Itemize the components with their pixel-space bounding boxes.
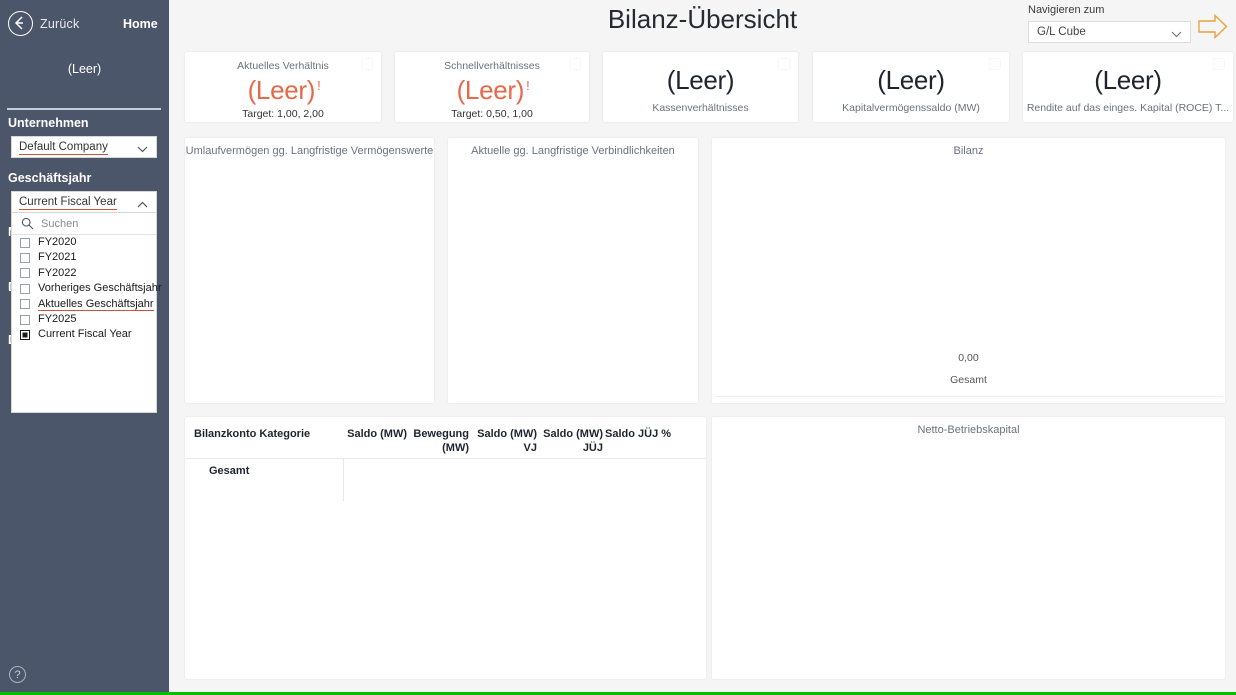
table-column-header[interactable]: Saldo (MW) JÜJ [539,427,603,455]
sidebar-header-value: (Leer) [67,62,102,76]
chart-baseline [714,396,1223,397]
kpi-caption: Rendite auf das einges. Kapital (ROCE) T… [1026,102,1230,114]
slicer-item[interactable]: FY2020 [12,235,156,250]
slicer-item[interactable]: Current Fiscal Year [12,327,156,342]
chart-panel-current-vs-longterm-liabilities[interactable]: Aktuelle gg. Langfristige Verbindlichkei… [448,138,698,403]
table-column-header[interactable]: Bewegung (MW) [409,427,469,455]
table-column-header[interactable]: Saldo (MW) VJ [471,427,537,455]
kpi-card[interactable]: Schnellverhältnisses (Leer)! Target: 0,5… [395,52,589,122]
table-column-header[interactable]: Saldo (MW) [335,427,407,441]
fiscal-year-select[interactable]: Current Fiscal Year [11,191,157,213]
kpi-value: (Leer) [877,65,945,95]
checkbox-icon[interactable] [20,237,30,248]
company-select[interactable]: Default Company [11,136,157,158]
navigate-to-value: G/L Cube [1037,26,1086,38]
chart-panel-balance-sheet[interactable]: Bilanz 0,00 Gesamt [712,138,1225,403]
company-label: Unternehmen [8,116,89,130]
chevron-down-icon [137,144,148,156]
kpi-target: Target: 1,00, 2,00 [242,108,324,120]
chart-panel-current-vs-longterm-assets[interactable]: Umlaufvermögen gg. Langfristige Vermögen… [185,138,434,403]
chevron-up-icon [137,199,148,211]
slicer-item[interactable]: FY2021 [12,250,156,265]
sidebar-divider [7,108,161,110]
slicer-item-label: FY2022 [38,266,77,279]
navigate-to-group: Navigieren zum G/L Cube [1028,2,1233,44]
kpi-value-text: (Leer) [247,75,316,105]
balance-total-value: 0,00 [958,352,979,364]
sidebar-nav-bar: Zurück Home [0,6,169,40]
chart-panel-net-working-capital[interactable]: Netto-Betriebskapital [712,417,1225,679]
kpi-value: (Leer) [1094,65,1162,95]
navigate-go-button[interactable] [1198,13,1228,44]
kpi-card[interactable]: (Leer) Rendite auf das einges. Kapital (… [1023,52,1233,122]
slicer-item-label: FY2020 [38,236,77,248]
slicer-search-placeholder: Suchen [41,218,79,230]
navigate-to-label: Navigieren zum [1028,4,1105,16]
slicer-search-row[interactable]: Suchen [12,213,156,235]
kpi-value-text: (Leer) [456,75,525,105]
table-cell-total-label: Gesamt [209,465,250,477]
table-row[interactable]: Gesamt [185,459,706,485]
sidebar: Zurück Home (Leer) Unternehmen Default C… [0,0,169,692]
arrow-right-icon [1198,13,1228,40]
back-arrow-icon[interactable] [8,11,33,36]
kpi-caption: Schnellverhältnisses [444,60,540,72]
fiscal-year-dropdown-panel: Suchen FY2020 FY2021 FY2022 Vorheriges Gesc… [11,213,162,413]
slicer-item-label: Vorheriges Geschäftsjahr [38,282,162,295]
kpi-card[interactable]: (Leer) Kassenverhältnisses [603,52,798,122]
table-column-header[interactable]: Saldo JÜJ % [605,427,695,441]
checkbox-icon[interactable] [20,314,30,325]
kpi-alert-icon: ! [526,78,530,93]
slicer-item-label: Current Fiscal Year [38,328,132,341]
checkbox-checked-icon[interactable] [20,329,30,340]
help-icon[interactable]: ? [9,666,26,683]
panel-title: Bilanz [953,145,984,157]
checkbox-icon[interactable] [20,252,30,263]
chevron-down-icon [1171,29,1182,41]
table-body: Gesamt [185,459,706,499]
slicer-item[interactable]: FY2022 [12,266,156,281]
kpi-target: Target: 0,50, 1,00 [451,108,533,120]
slicer-item-label: Aktuelles Geschäftsjahr [38,297,154,311]
home-button[interactable]: Home [123,17,158,31]
search-icon [21,217,34,235]
table-header-row: Bilanzkonto Kategorie Saldo (MW) Bewegun… [185,417,706,459]
checkbox-icon[interactable] [20,283,30,294]
slicer-item[interactable]: Vorheriges Geschäftsjahr [12,281,162,296]
balance-axis-label: Gesamt [950,374,987,386]
kpi-caption: Kapitalvermögenssaldo (MW) [842,102,980,114]
kpi-value: (Leer) [666,65,735,95]
panel-title: Netto-Betriebskapital [917,424,1020,436]
slicer-item[interactable]: Aktuelles Geschäftsjahr [12,297,156,312]
panel-title: Umlaufvermögen gg. Langfristige Vermögen… [185,145,434,157]
kpi-caption: Kassenverhältnisses [652,102,749,114]
dashboard-root: Zurück Home (Leer) Unternehmen Default C… [0,0,1236,695]
panel-title: Aktuelle gg. Langfristige Verbindlichkei… [471,145,675,157]
kpi-value: (Leer)! [185,75,381,106]
kpi-value: (Leer)! [395,75,589,106]
navigate-to-select[interactable]: G/L Cube [1028,21,1191,43]
table-column-separator [343,459,344,501]
slicer-item-label: FY2021 [38,251,77,264]
kpi-caption: Aktuelles Verhältnis [237,60,329,72]
fiscal-year-select-value: Current Fiscal Year [19,196,117,210]
checkbox-icon[interactable] [20,299,30,310]
fiscal-year-label: Geschäftsjahr [8,171,92,185]
table-column-header[interactable]: Bilanzkonto Kategorie [194,427,334,441]
kpi-alert-icon: ! [317,78,321,93]
kpi-card[interactable]: Aktuelles Verhältnis (Leer)! Target: 1,0… [185,52,381,122]
slicer-item-list: FY2020 FY2021 FY2022 Vorheriges Geschäftsja… [12,235,162,343]
checkbox-icon[interactable] [20,268,30,279]
balance-accounts-table-panel[interactable]: Bilanzkonto Kategorie Saldo (MW) Bewegun… [185,417,706,679]
main-canvas: Bilanz-Übersicht Navigieren zum G/L Cube… [169,0,1236,692]
company-select-value: Default Company [19,141,108,155]
back-button-label[interactable]: Zurück [40,17,79,31]
slicer-item-label: FY2025 [38,312,77,325]
balance-accounts-table: Bilanzkonto Kategorie Saldo (MW) Bewegun… [185,417,706,501]
slicer-item[interactable]: FY2025 [12,312,156,327]
kpi-card[interactable]: (Leer) Kapitalvermögenssaldo (MW) [813,52,1009,122]
arrow-left-icon [14,16,23,30]
